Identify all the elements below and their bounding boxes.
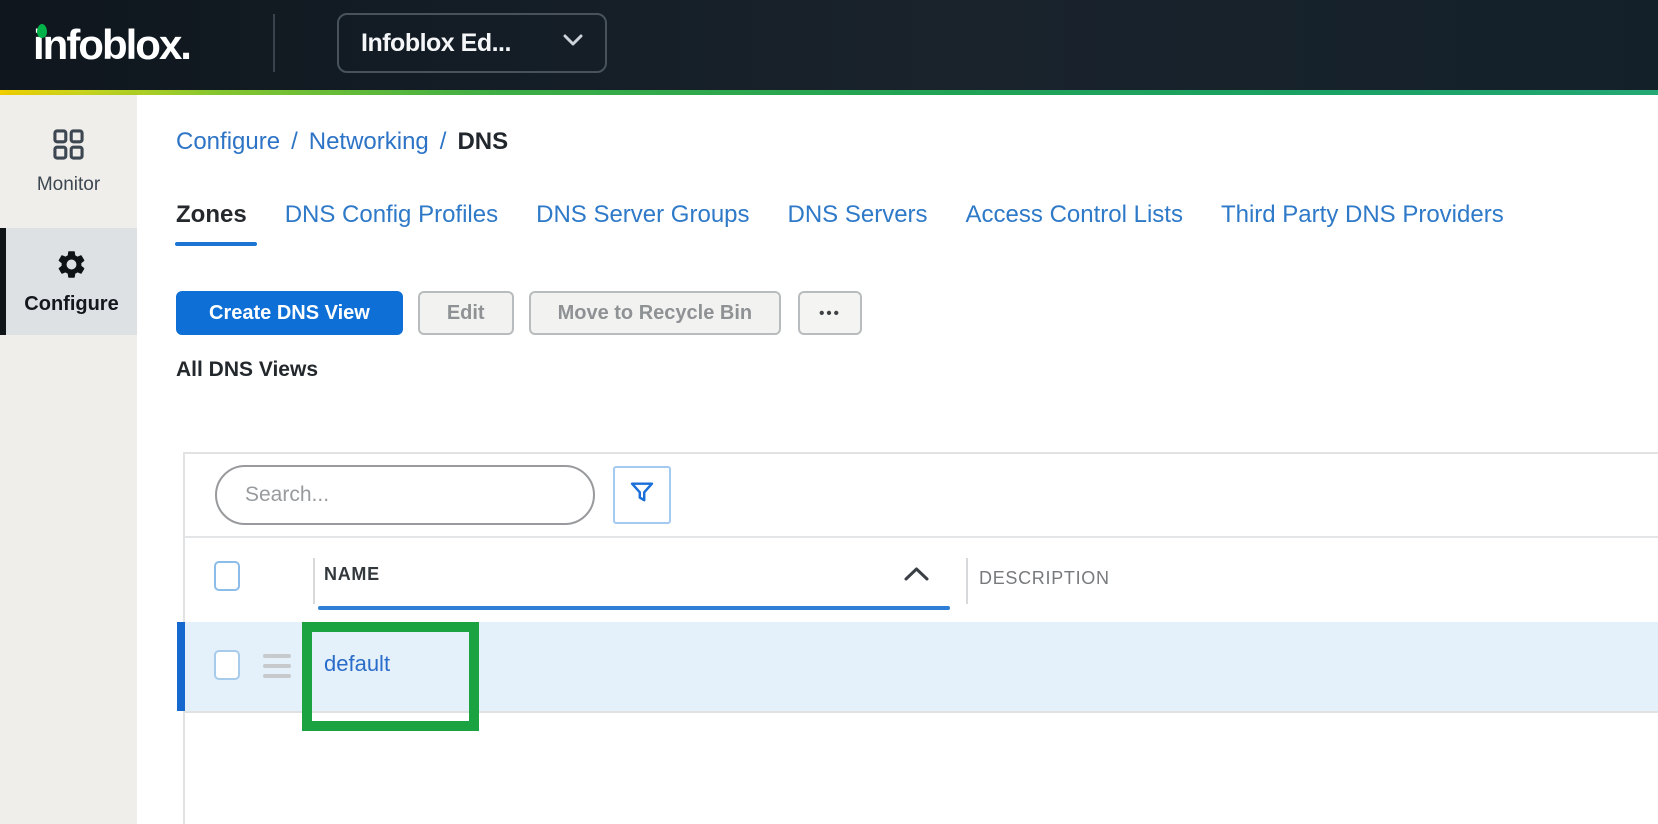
tab-third-party-dns-providers[interactable]: Third Party DNS Providers <box>1221 201 1504 246</box>
breadcrumb-link-configure[interactable]: Configure <box>176 128 280 156</box>
move-to-recycle-bin-button[interactable]: Move to Recycle Bin <box>529 291 782 335</box>
tab-access-control-lists[interactable]: Access Control Lists <box>966 201 1183 246</box>
breadcrumb-current-dns: DNS <box>457 128 508 156</box>
column-divider <box>966 558 968 604</box>
tab-bar: Zones DNS Config Profiles DNS Server Gro… <box>176 201 1504 246</box>
breadcrumb-separator: / <box>440 128 447 156</box>
edit-button[interactable]: Edit <box>418 291 514 335</box>
select-all-checkbox[interactable] <box>214 561 240 591</box>
tab-zones[interactable]: Zones <box>176 201 247 246</box>
table-row[interactable]: default <box>185 622 1658 713</box>
dns-views-table: NAME DESCRIPTION default <box>183 452 1658 824</box>
column-header-description[interactable]: DESCRIPTION <box>979 568 1110 589</box>
chevron-down-icon <box>563 34 583 52</box>
page-title: All DNS Views <box>176 358 318 382</box>
breadcrumb: Configure / Networking / DNS <box>176 128 508 156</box>
sidebar-item-monitor[interactable]: Monitor <box>0 95 137 196</box>
funnel-icon <box>628 479 656 512</box>
sidebar-item-label: Monitor <box>37 174 100 196</box>
search-input[interactable] <box>215 465 595 525</box>
column-header-name[interactable]: NAME <box>324 564 380 585</box>
table-header-row: NAME DESCRIPTION <box>185 540 1658 612</box>
sidebar-item-label: Configure <box>24 293 118 316</box>
table-search-row <box>185 454 1658 538</box>
more-actions-button[interactable]: ••• <box>798 291 862 335</box>
drag-handle-icon[interactable] <box>263 654 291 684</box>
sidebar: Monitor Configure <box>0 95 137 824</box>
tab-dns-config-profiles[interactable]: DNS Config Profiles <box>285 201 498 246</box>
app-selector-label: Infoblox Ed... <box>361 29 563 58</box>
logo-text: infoblox. <box>33 21 190 68</box>
topbar-divider <box>273 14 275 72</box>
gear-icon <box>55 248 88 286</box>
tab-dns-servers[interactable]: DNS Servers <box>788 201 928 246</box>
column-divider <box>313 558 315 604</box>
infoblox-logo: infoblox. <box>33 19 190 73</box>
main-content: Configure / Networking / DNS Zones DNS C… <box>137 95 1658 824</box>
app-selector-dropdown[interactable]: Infoblox Ed... <box>337 13 607 73</box>
row-selected-accent <box>177 622 185 711</box>
row-checkbox[interactable] <box>214 650 240 680</box>
breadcrumb-link-networking[interactable]: Networking <box>309 128 429 156</box>
chevron-up-icon[interactable] <box>903 566 930 587</box>
create-dns-view-button[interactable]: Create DNS View <box>176 291 403 335</box>
breadcrumb-separator: / <box>291 128 298 156</box>
sorted-column-underline <box>318 606 950 610</box>
sidebar-item-configure[interactable]: Configure <box>0 228 137 335</box>
grid-icon <box>53 129 84 165</box>
topbar: infoblox. Infoblox Ed... <box>0 0 1658 90</box>
filter-button[interactable] <box>613 466 671 524</box>
logo-green-dot-icon <box>37 24 47 38</box>
tab-dns-server-groups[interactable]: DNS Server Groups <box>536 201 749 246</box>
toolbar: Create DNS View Edit Move to Recycle Bin… <box>176 291 862 335</box>
dns-view-default-link[interactable]: default <box>324 651 390 677</box>
